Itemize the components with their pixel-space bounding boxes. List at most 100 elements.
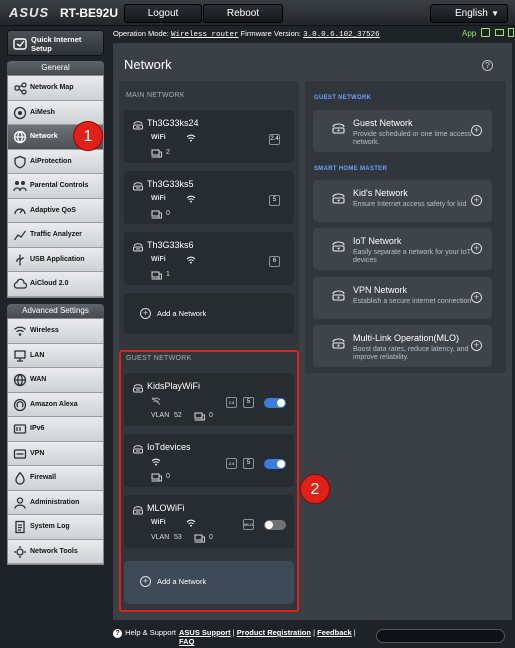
wifi-label: WiFi xyxy=(151,134,166,141)
sidebar-item-aiprotection[interactable]: AiProtection xyxy=(8,149,103,174)
general-section-title: General xyxy=(7,61,104,75)
operation-mode-link[interactable]: Wireless router xyxy=(171,31,239,39)
wifi-label: WiFi xyxy=(151,195,166,202)
logout-button[interactable]: Logout xyxy=(124,4,202,23)
log-icon xyxy=(13,520,27,534)
sidebar-adv-item-lan[interactable]: LAN xyxy=(8,343,103,368)
faq-link[interactable]: FAQ xyxy=(179,637,194,646)
guest-network-option[interactable]: Guest Network Provide scheduled or one ti… xyxy=(313,110,492,152)
add-icon[interactable]: + xyxy=(471,292,482,303)
add-network-label: Add a Network xyxy=(157,309,207,318)
lan-status-icon[interactable] xyxy=(494,29,504,36)
sidebar-item-label: AiCloud 2.0 xyxy=(30,280,69,287)
router-icon xyxy=(132,119,143,130)
network-name: Th3G33ks6 xyxy=(147,240,194,250)
alexa-icon xyxy=(13,398,27,412)
quick-internet-setup-button[interactable]: Quick Internet Setup xyxy=(7,30,104,56)
app-link[interactable]: App xyxy=(462,29,476,38)
sidebar-item-label: Network Map xyxy=(30,84,74,91)
sidebar-adv-item-amazon-alexa[interactable]: Amazon Alexa xyxy=(8,392,103,417)
reboot-button[interactable]: Reboot xyxy=(203,4,283,23)
sidebar-adv-item-firewall[interactable]: Firewall xyxy=(8,466,103,491)
language-select[interactable]: English ▼ xyxy=(430,4,508,23)
sidebar-item-label: Firewall xyxy=(30,474,57,481)
main-network-card[interactable]: Th3G33ks24 WiFi 2.4 2 xyxy=(124,110,294,163)
sidebar-adv-item-network-tools[interactable]: Network Tools xyxy=(8,539,103,564)
sidebar-item-adaptive-qos[interactable]: Adaptive QoS xyxy=(8,198,103,223)
sidebar-item-label: Network xyxy=(30,133,58,140)
sidebar-item-label: Adaptive QoS xyxy=(30,206,76,214)
sidebar-item-label: LAN xyxy=(30,351,45,359)
sidebar-adv-item-system-log[interactable]: System Log xyxy=(8,515,103,540)
mlo-network-icon xyxy=(331,336,346,351)
wifi-icon xyxy=(13,324,27,338)
globe-icon xyxy=(13,373,27,387)
sidebar-item-label: AiMesh xyxy=(30,108,55,116)
sidebar-item-label: IPv6 xyxy=(30,425,45,432)
usb-status-icon[interactable] xyxy=(507,28,514,37)
app-qr-icon[interactable] xyxy=(481,28,491,37)
network-name: Th3G33ks5 xyxy=(147,179,194,189)
help-icon[interactable]: ? xyxy=(482,60,493,71)
kids-network-option[interactable]: Kid's Network Ensure Internet access safe… xyxy=(313,180,492,222)
wifi-signal-icon xyxy=(186,195,196,203)
gauge-icon xyxy=(13,204,27,218)
client-count: 0 xyxy=(166,210,170,217)
model-name: RT-BE92U xyxy=(60,6,119,20)
iot-network-option[interactable]: IoT Network Easily separate a network for… xyxy=(313,228,492,270)
help-support-icon: ? xyxy=(113,629,122,638)
vpn-network-icon xyxy=(331,288,346,303)
network-type-title: Guest Network xyxy=(353,118,413,128)
router-icon xyxy=(132,180,143,191)
add-icon[interactable]: + xyxy=(471,243,482,254)
plus-icon: + xyxy=(140,308,151,319)
sidebar-adv-item-wireless[interactable]: Wireless xyxy=(8,319,103,344)
asus-support-link[interactable]: ASUS Support xyxy=(179,628,231,637)
vpn-icon xyxy=(13,447,27,461)
network-type-title: Kid's Network xyxy=(353,188,408,198)
main-network-card[interactable]: Th3G33ks5 WiFi 5 0 xyxy=(124,171,294,224)
sidebar-adv-item-administration[interactable]: Administration xyxy=(8,490,103,515)
add-icon[interactable]: + xyxy=(471,125,482,136)
network-type-description: Ensure Internet access safety for kid xyxy=(353,201,467,208)
sidebar-item-aicloud-2-0[interactable]: AiCloud 2.0 xyxy=(8,272,103,297)
sidebar-item-label: Wireless xyxy=(30,327,59,334)
network-type-description: Establish a secure internet connection xyxy=(353,298,472,305)
sidebar-adv-item-ipv6[interactable]: IPv6 xyxy=(8,417,103,442)
product-registration-link[interactable]: Product Registration xyxy=(237,628,311,637)
sidebar-item-traffic-analyzer[interactable]: Traffic Analyzer xyxy=(8,223,103,248)
sidebar-item-label: Traffic Analyzer xyxy=(30,231,82,238)
general-menu: Network Map AiMesh Network AiProtection Pare… xyxy=(7,75,104,298)
footer-search-input[interactable] xyxy=(376,629,505,643)
router-icon xyxy=(132,241,143,252)
asus-logo: ASUS xyxy=(9,5,50,20)
network-name: Th3G33ks24 xyxy=(147,118,199,128)
band-badge: 2.4 xyxy=(269,134,280,145)
tools-icon xyxy=(13,545,27,559)
main-network-card[interactable]: Th3G33ks6 WiFi 6 1 xyxy=(124,232,294,285)
sidebar-adv-item-wan[interactable]: WAN xyxy=(8,368,103,393)
add-icon[interactable]: + xyxy=(471,195,482,206)
advanced-section-title: Advanced Settings xyxy=(7,304,104,318)
sidebar-item-usb-application[interactable]: USB Application xyxy=(8,247,103,272)
network-type-description: Provide scheduled or one time access net… xyxy=(353,131,472,146)
add-network-button[interactable]: + Add a Network xyxy=(124,293,294,334)
add-icon[interactable]: + xyxy=(471,340,482,351)
sidebar-item-network-map[interactable]: Network Map xyxy=(8,76,103,101)
network-type-description: Boost data rates, reduce latency, and im… xyxy=(353,346,469,361)
ipv6-icon xyxy=(13,422,27,436)
mlo-network-option[interactable]: Multi-Link Operation(MLO) Boost data rate… xyxy=(313,325,492,367)
family-icon xyxy=(13,179,27,193)
language-value: English xyxy=(455,8,488,19)
sidebar-item-label: Parental Controls xyxy=(30,182,89,189)
callout-2: 2 xyxy=(300,474,330,504)
usb-icon xyxy=(13,253,27,267)
admin-icon xyxy=(13,496,27,510)
firmware-link[interactable]: 3.0.0.6.102_37526 xyxy=(303,31,380,39)
sidebar-item-label: System Log xyxy=(30,523,70,530)
feedback-link[interactable]: Feedback xyxy=(317,628,352,637)
sidebar-item-parental-controls[interactable]: Parental Controls xyxy=(8,174,103,199)
iot-network-icon xyxy=(331,239,346,254)
vpn-network-option[interactable]: VPN Network Establish a secure internet c… xyxy=(313,277,492,319)
sidebar-adv-item-vpn[interactable]: VPN xyxy=(8,441,103,466)
